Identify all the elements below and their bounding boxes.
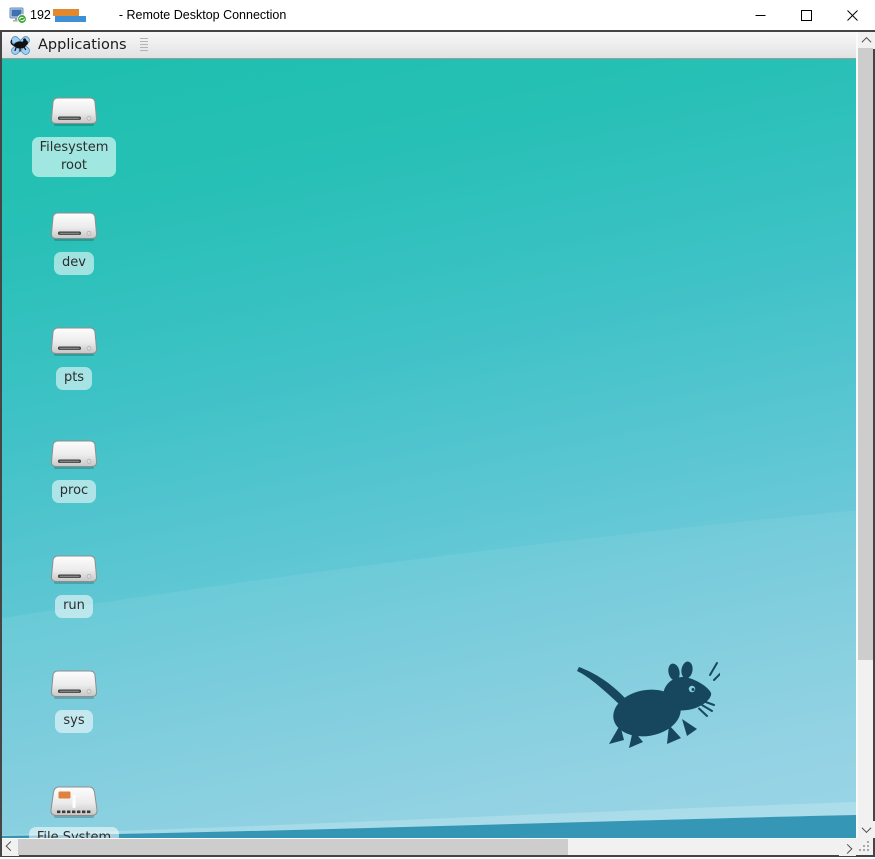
window-title: 192 - Remote Desktop Connection [30,0,286,30]
vertical-scrollbar[interactable] [856,32,873,838]
redaction-bar-orange [53,9,79,16]
scroll-left-button[interactable] [2,839,19,856]
rdp-viewport: Applications [0,30,875,857]
title-bar: 192 - Remote Desktop Connection [0,0,875,30]
close-icon [847,10,858,21]
scroll-right-button[interactable] [839,839,856,856]
hard-drive-orange-label-icon [50,785,98,821]
desktop-icon-label: pts [56,367,92,390]
chevron-right-icon [843,844,853,854]
applications-menu-button[interactable]: Applications [2,32,135,58]
hard-drive-icon [50,210,98,246]
rdp-computer-icon [9,6,27,24]
xfce-logo-icon [10,35,31,56]
vertical-scrollbar-thumb[interactable] [858,48,873,660]
horizontal-scrollbar[interactable] [2,838,856,855]
remote-screen: Applications [2,32,856,838]
wallpaper-curves [2,59,856,838]
chevron-down-icon [862,823,872,833]
desktop-icon-file-system[interactable]: File System [24,785,124,838]
window-title-suffix: - Remote Desktop Connection [119,8,286,22]
desktop: Filesystem root dev pts proc run [2,59,856,838]
chevron-up-icon [862,37,872,47]
hard-drive-icon [50,325,98,361]
scroll-down-button[interactable] [858,821,875,838]
hard-drive-icon [50,438,98,474]
redaction-bars [53,6,87,24]
minimize-icon [755,10,766,21]
desktop-icon-label: proc [52,480,96,503]
redaction-bar-blue [55,16,86,22]
desktop-icon-label: dev [54,252,94,275]
hard-drive-icon [50,553,98,589]
xfce-mouse-mascot [575,655,720,750]
hard-drive-icon [50,95,98,131]
resize-grip[interactable] [856,838,873,855]
desktop-icon-dev[interactable]: dev [24,210,124,275]
horizontal-scrollbar-thumb[interactable] [18,839,568,855]
desktop-icon-label: File System [29,827,119,838]
desktop-icon-label: Filesystem root [32,137,117,177]
desktop-icon-filesystem-root[interactable]: Filesystem root [24,95,124,177]
hard-drive-icon [50,668,98,704]
rdp-window: { "window": { "title_prefix": "192", "ti… [0,0,875,857]
desktop-icon-pts[interactable]: pts [24,325,124,390]
panel-grip-handle[interactable] [140,38,148,52]
desktop-icon-label: sys [55,710,92,733]
desktop-icon-label: run [55,595,93,618]
xfce-panel: Applications [2,32,856,59]
close-button[interactable] [829,0,875,30]
maximize-button[interactable] [783,0,829,30]
maximize-icon [801,10,812,21]
desktop-icon-sys[interactable]: sys [24,668,124,733]
resize-grip-icon [856,838,873,855]
window-title-prefix: 192 [30,8,51,22]
scroll-up-button[interactable] [858,32,875,49]
minimize-button[interactable] [737,0,783,30]
desktop-icon-run[interactable]: run [24,553,124,618]
desktop-icon-proc[interactable]: proc [24,438,124,503]
applications-menu-label: Applications [38,37,127,53]
chevron-left-icon [6,841,16,851]
